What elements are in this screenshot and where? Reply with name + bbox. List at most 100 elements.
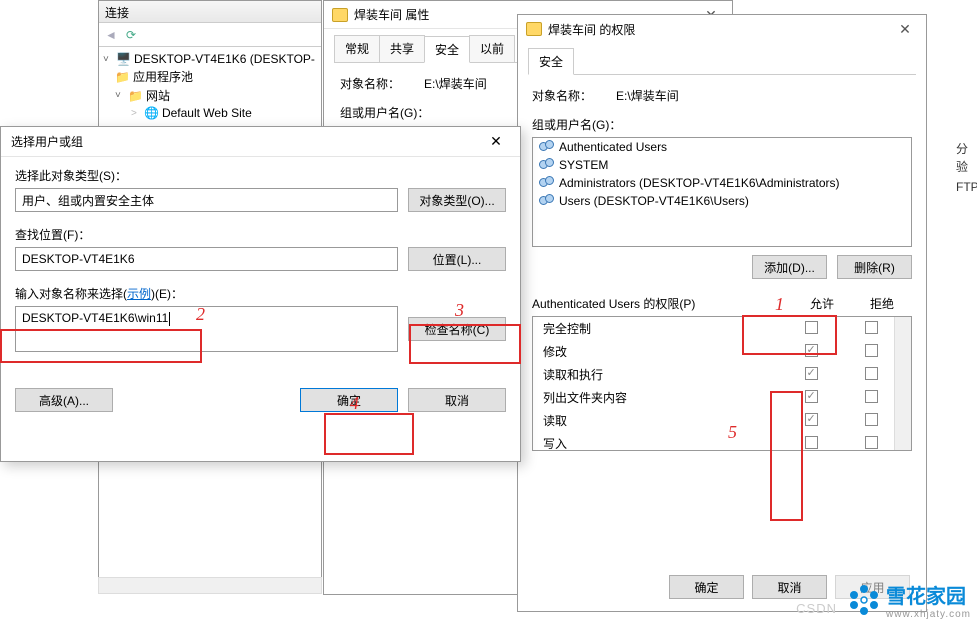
expander-icon[interactable]: ˃ [131, 108, 141, 119]
right-truncated-labels: 分验 FTP [956, 140, 977, 196]
tree-body: ˅ 🖥️ DESKTOP-VT4E1K6 (DESKTOP- 📁 应用程序池 ˅… [99, 47, 321, 125]
tree-toolbar: ◄ ⟳ [99, 23, 321, 47]
watermark-url: www.xhjaty.com [886, 609, 971, 620]
folder-icon [526, 22, 542, 36]
object-type-label: 选择此对象类型(S)： [15, 167, 506, 184]
tree-sites[interactable]: ˅ 📁 网站 [115, 86, 317, 105]
permission-table: 完全控制修改读取和执行列出文件夹内容读取写入 [532, 316, 912, 451]
perm-row: 写入 [533, 432, 911, 451]
close-icon[interactable]: ✕ [476, 129, 516, 153]
refresh-icon[interactable]: ⟳ [123, 27, 139, 43]
col-allow-label: 允许 [792, 295, 852, 312]
add-button[interactable]: 添加(D)... [752, 255, 827, 279]
location-field: DESKTOP-VT4E1K6 [15, 247, 398, 271]
select-user-dialog: 选择用户或组 ✕ 选择此对象类型(S)： 用户、组或内置安全主体 对象类型(O)… [0, 126, 521, 462]
location-button[interactable]: 位置(L)... [408, 247, 506, 271]
permissions-dialog: 焊装车间 的权限 ✕ 安全 对象名称： E:\焊装车间 组或用户名(G)： Au… [517, 14, 927, 612]
perm-row: 完全控制 [533, 317, 911, 340]
tab-share[interactable]: 共享 [379, 35, 425, 62]
tab-previous[interactable]: 以前 [469, 35, 515, 62]
users-icon [539, 140, 555, 154]
app-pool-label: 应用程序池 [133, 68, 193, 85]
apppool-icon: 📁 [115, 70, 130, 84]
col-deny-label: 拒绝 [852, 295, 912, 312]
folder-icon [332, 8, 348, 22]
example-link[interactable]: 示例 [127, 287, 151, 301]
list-item[interactable]: SYSTEM [533, 156, 911, 174]
allow-checkbox[interactable] [805, 390, 818, 403]
perm-name: 写入 [543, 435, 781, 451]
allow-checkbox[interactable] [805, 344, 818, 357]
location-label: 查找位置(F)： [15, 226, 506, 243]
label-post: )(E)： [151, 287, 183, 301]
deny-checkbox[interactable] [865, 436, 878, 449]
select-cancel-button[interactable]: 取消 [408, 388, 506, 412]
expander-icon[interactable]: ˅ [115, 90, 125, 101]
perm-title-text: 焊装车间 的权限 [548, 21, 635, 38]
perm-name: 列出文件夹内容 [543, 389, 781, 406]
object-name-entered: DESKTOP-VT4E1K6\win11 [22, 311, 168, 325]
watermark-name: 雪花家园 [886, 580, 971, 609]
sites-label: 网站 [146, 87, 170, 104]
select-ok-button[interactable]: 确定 [300, 388, 398, 412]
tab-security[interactable]: 安全 [528, 48, 574, 75]
label-ftp: FTP [956, 178, 977, 196]
list-item[interactable]: Users (DESKTOP-VT4E1K6\Users) [533, 192, 911, 210]
group-name: SYSTEM [559, 158, 608, 172]
location-value: DESKTOP-VT4E1K6 [22, 252, 135, 266]
delete-button[interactable]: 删除(R) [837, 255, 912, 279]
object-name-label: 输入对象名称来选择(示例)(E)： [15, 285, 506, 302]
scrollbar[interactable] [894, 317, 911, 450]
tree-root[interactable]: ˅ 🖥️ DESKTOP-VT4E1K6 (DESKTOP- [103, 51, 317, 67]
close-icon[interactable]: ✕ [890, 19, 920, 39]
tree-default-site[interactable]: ˃ 🌐 Default Web Site [131, 105, 317, 121]
back-icon[interactable]: ◄ [103, 27, 119, 43]
object-name-value: E:\焊装车间 [424, 75, 487, 92]
deny-checkbox[interactable] [865, 321, 878, 334]
site-watermark: 雪花家园 www.xhjaty.com [848, 580, 971, 620]
tab-security[interactable]: 安全 [424, 36, 470, 63]
props-title-text: 焊装车间 属性 [354, 6, 429, 23]
text-cursor [169, 312, 170, 326]
deny-checkbox[interactable] [865, 413, 878, 426]
object-name-label: 对象名称： [340, 75, 400, 92]
deny-checkbox[interactable] [865, 367, 878, 380]
deny-checkbox[interactable] [865, 344, 878, 357]
allow-checkbox[interactable] [805, 367, 818, 380]
perm-ok-button[interactable]: 确定 [669, 575, 744, 599]
object-type-field: 用户、组或内置安全主体 [15, 188, 398, 212]
deny-checkbox[interactable] [865, 390, 878, 403]
group-users-label: 组或用户名(G)： [532, 116, 912, 133]
advanced-button[interactable]: 高级(A)... [15, 388, 113, 412]
default-site-label: Default Web Site [162, 106, 252, 120]
group-name: Administrators (DESKTOP-VT4E1K6\Administ… [559, 176, 840, 190]
expander-icon[interactable]: ˅ [103, 54, 113, 65]
perm-body: 对象名称： E:\焊装车间 组或用户名(G)： Authenticated Us… [518, 75, 926, 463]
allow-checkbox[interactable] [805, 321, 818, 334]
tree-root-label: DESKTOP-VT4E1K6 (DESKTOP- [134, 52, 315, 66]
list-item[interactable]: Authenticated Users [533, 138, 911, 156]
allow-checkbox[interactable] [805, 413, 818, 426]
list-item[interactable]: Administrators (DESKTOP-VT4E1K6\Administ… [533, 174, 911, 192]
perm-row: 列出文件夹内容 [533, 386, 911, 409]
group-name: Users (DESKTOP-VT4E1K6\Users) [559, 194, 749, 208]
check-names-button[interactable]: 检查名称(C) [408, 317, 506, 341]
perm-tabs: 安全 [528, 47, 916, 75]
tab-general[interactable]: 常规 [334, 35, 380, 62]
perm-cancel-button[interactable]: 取消 [752, 575, 827, 599]
tree-header: 连接 [99, 1, 321, 23]
perm-name: 读取 [543, 412, 781, 429]
object-name-input[interactable]: DESKTOP-VT4E1K6\win11 [15, 306, 398, 352]
allow-checkbox[interactable] [805, 436, 818, 449]
tree-app-pool[interactable]: 📁 应用程序池 [115, 67, 317, 86]
object-type-button[interactable]: 对象类型(O)... [408, 188, 506, 212]
select-body: 选择此对象类型(S)： 用户、组或内置安全主体 对象类型(O)... 查找位置(… [1, 157, 520, 422]
perm-row: 读取和执行 [533, 363, 911, 386]
sites-icon: 📁 [128, 89, 143, 103]
group-users-list[interactable]: Authenticated Users SYSTEM Administrator… [532, 137, 912, 247]
select-titlebar: 选择用户或组 ✕ [1, 127, 520, 157]
users-icon [539, 158, 555, 172]
perm-row: 修改 [533, 340, 911, 363]
object-name-value: E:\焊装车间 [616, 87, 679, 104]
tree-hscrollbar[interactable] [98, 577, 322, 594]
